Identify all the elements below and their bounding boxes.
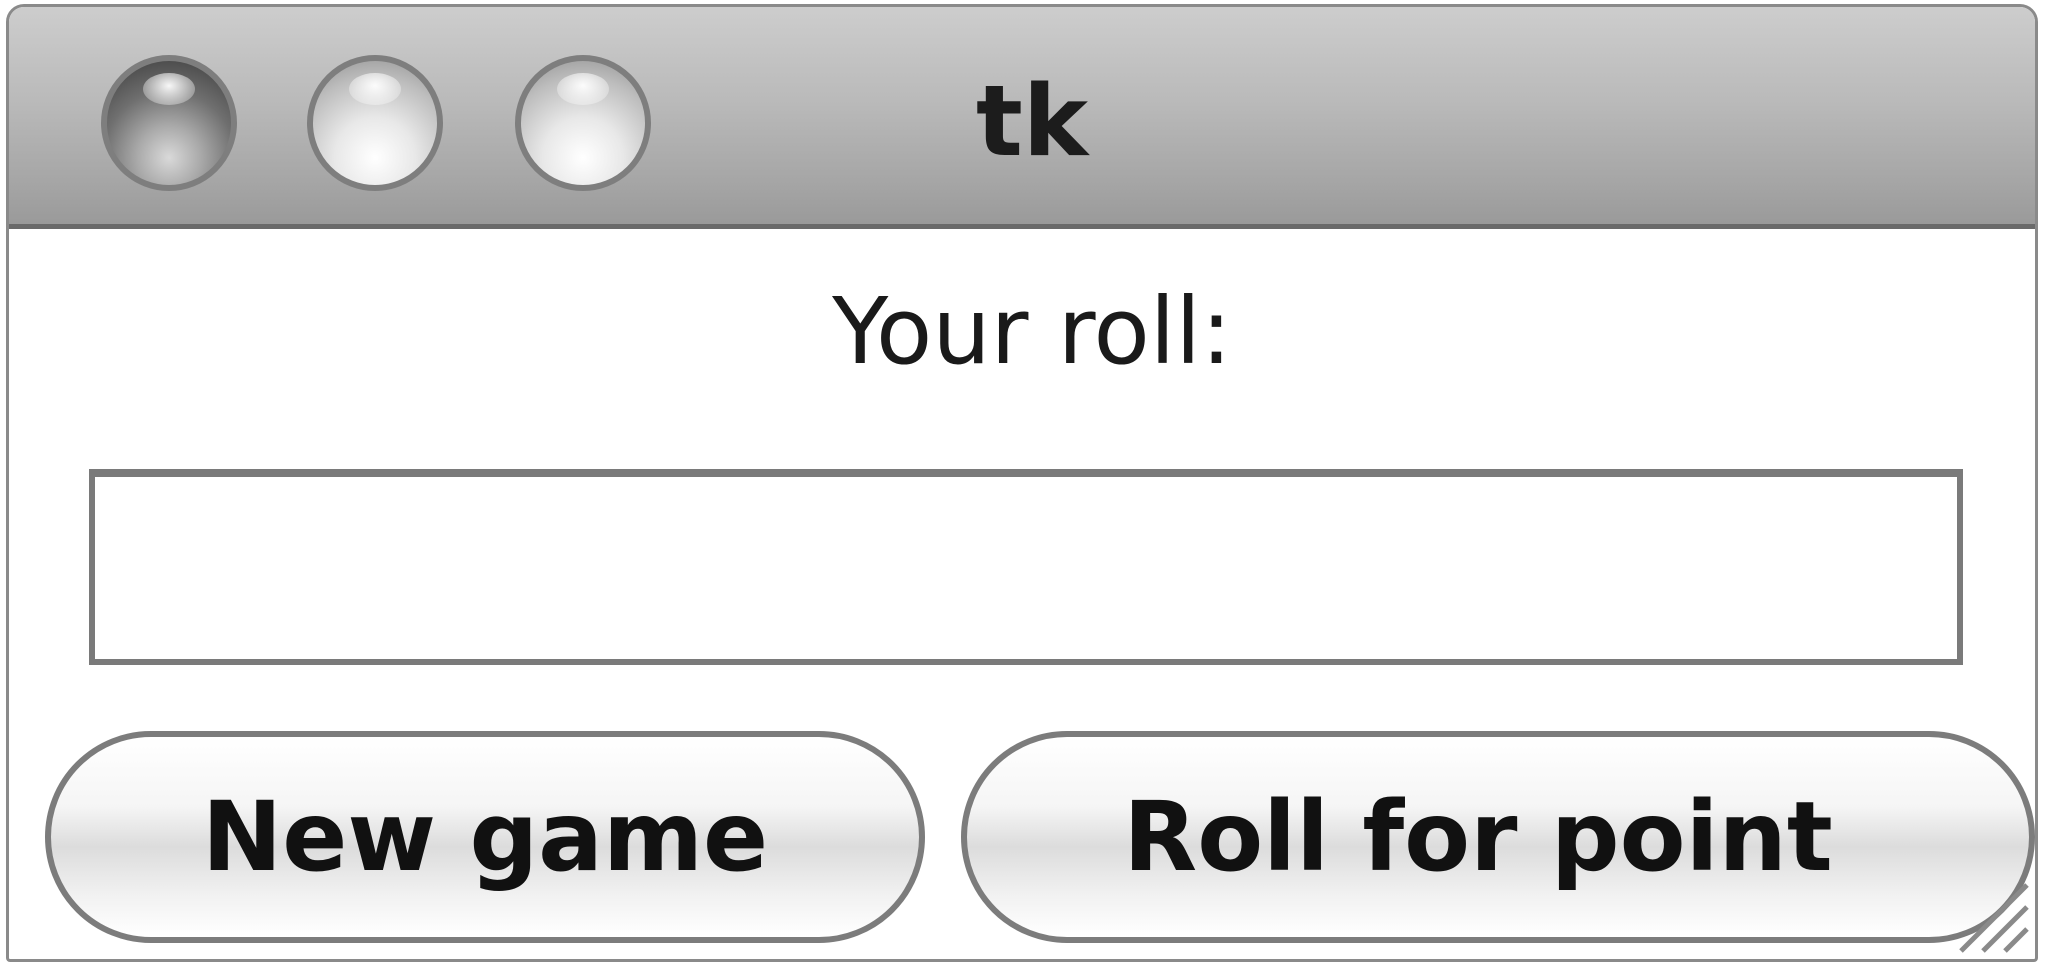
- roll-result-field[interactable]: [89, 469, 1963, 665]
- title-bar[interactable]: tk: [9, 7, 2035, 229]
- resize-grip-icon[interactable]: [1941, 865, 2031, 955]
- app-window: tk Your roll: New game Roll for point: [6, 4, 2038, 962]
- window-title: tk: [975, 65, 1089, 179]
- your-roll-label: Your roll:: [832, 278, 1232, 385]
- roll-for-point-button[interactable]: Roll for point: [961, 731, 2035, 943]
- new-game-button[interactable]: New game: [45, 731, 925, 943]
